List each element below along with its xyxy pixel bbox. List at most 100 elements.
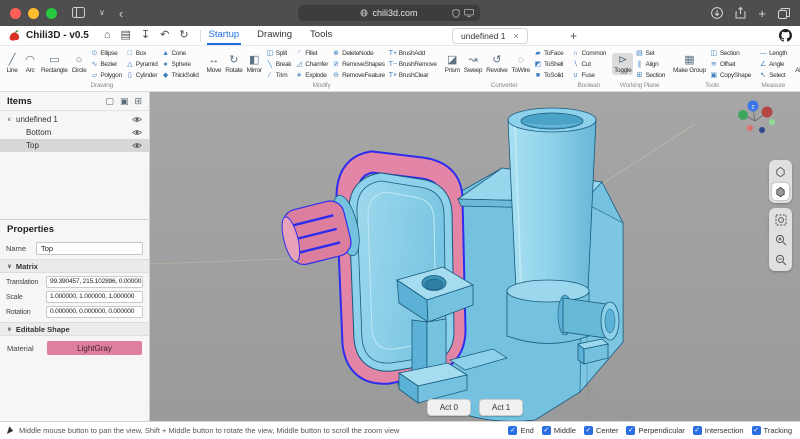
ribbon-button-length[interactable]: —Length bbox=[758, 48, 788, 58]
ribbon-button-trim[interactable]: ∕Trim bbox=[265, 70, 292, 80]
sidebar-toggle-icon[interactable] bbox=[72, 7, 85, 20]
ribbon-button-brushremove[interactable]: T−BrushRemove bbox=[388, 59, 438, 69]
ribbon-button-sphere[interactable]: ●Sphere bbox=[161, 59, 200, 69]
matrix-section-header[interactable]: ∨ Matrix bbox=[0, 259, 149, 273]
checkbox-checked-icon[interactable]: ✓ bbox=[626, 426, 635, 435]
share-icon[interactable] bbox=[735, 7, 746, 19]
scale-value[interactable]: 1.000000, 1.000000, 1.000000 bbox=[46, 291, 143, 303]
ribbon-button-removefeature[interactable]: ⊖RemoveFeature bbox=[331, 70, 386, 80]
pump-model[interactable] bbox=[277, 108, 623, 421]
ribbon-button-rotate[interactable]: ↻Rotate bbox=[223, 53, 244, 75]
ribbon-button-toshell[interactable]: ◩ToShell bbox=[533, 59, 565, 69]
display-icon[interactable] bbox=[464, 9, 474, 17]
material-button[interactable]: LightGray bbox=[47, 341, 142, 355]
undo-icon[interactable]: ↶ bbox=[160, 30, 169, 41]
ribbon-button-mirror[interactable]: ◧Mirror bbox=[245, 53, 264, 75]
capture-icon[interactable]: ▢ bbox=[105, 96, 114, 107]
shield-icon[interactable] bbox=[452, 9, 460, 18]
address-bar[interactable]: chili3d.com bbox=[298, 5, 480, 21]
download-icon[interactable]: ↧ bbox=[141, 30, 150, 41]
ribbon-button-align[interactable]: ∥Align bbox=[634, 59, 666, 69]
snap-toggle-perpendicular[interactable]: ✓Perpendicular bbox=[626, 426, 684, 435]
ribbon-button-cone[interactable]: ▲Cone bbox=[161, 48, 200, 58]
zoom-in-button[interactable] bbox=[772, 231, 789, 248]
ribbon-button-thicksolid[interactable]: ◆ThickSolid bbox=[161, 70, 200, 80]
ribbon-button-circle[interactable]: ○Circle bbox=[70, 53, 89, 75]
tab-overview-icon[interactable] bbox=[778, 8, 790, 19]
ribbon-button-revolve[interactable]: ↺Revolve bbox=[484, 53, 509, 75]
checkbox-checked-icon[interactable]: ✓ bbox=[584, 426, 593, 435]
rotation-value[interactable]: 0.000000, 0.000000, 0.000000 bbox=[46, 306, 143, 318]
new-document-button[interactable]: + bbox=[570, 29, 577, 43]
snap-toggle-center[interactable]: ✓Center bbox=[584, 426, 619, 435]
ribbon-button-line[interactable]: ╱Line bbox=[3, 53, 21, 75]
chevron-down-icon[interactable]: ∨ bbox=[99, 9, 105, 17]
ribbon-button-cut[interactable]: ∖Cut bbox=[571, 59, 608, 69]
minimize-window-button[interactable] bbox=[28, 8, 39, 19]
zoom-out-button[interactable] bbox=[772, 251, 789, 268]
ribbon-button-select[interactable]: ↖Select bbox=[758, 70, 788, 80]
ribbon-button-prism[interactable]: ◪Prism bbox=[443, 53, 462, 75]
ribbon-button-ellipse[interactable]: ⊙Ellipse bbox=[89, 48, 122, 58]
ribbon-button-brushadd[interactable]: T+BrushAdd bbox=[388, 48, 438, 58]
ribbon-button-rectangle[interactable]: ▭Rectangle bbox=[39, 53, 70, 75]
act-button-act-0[interactable]: Act 0 bbox=[427, 399, 471, 416]
ribbon-button-arc[interactable]: ◠Arc bbox=[21, 53, 39, 75]
ribbon-button-box[interactable]: □Box bbox=[125, 48, 159, 58]
ribbon-button-toface[interactable]: ▰ToFace bbox=[533, 48, 565, 58]
checkbox-checked-icon[interactable]: ✓ bbox=[752, 426, 761, 435]
checkbox-checked-icon[interactable]: ✓ bbox=[508, 426, 517, 435]
tab-startup[interactable]: Startup bbox=[207, 26, 242, 45]
document-icon[interactable]: ▤ bbox=[120, 30, 130, 41]
snap-toggle-tracking[interactable]: ✓Tracking bbox=[752, 426, 792, 435]
ribbon-button-section[interactable]: ◫Section bbox=[709, 48, 752, 58]
snap-toggle-middle[interactable]: ✓Middle bbox=[542, 426, 576, 435]
ribbon-button-explode[interactable]: ∗Explode bbox=[294, 70, 329, 80]
ribbon-button-set[interactable]: ▤Set bbox=[634, 48, 666, 58]
wireframe-mode-button[interactable] bbox=[772, 163, 789, 180]
ribbon-button-polygon[interactable]: ▱Polygon bbox=[89, 70, 122, 80]
ribbon-button-copyshape[interactable]: ▣CopyShape bbox=[709, 70, 752, 80]
act-button-act-1[interactable]: Act 1 bbox=[479, 399, 523, 416]
ribbon-button-removeshapes[interactable]: ⊘RemoveShapes bbox=[331, 59, 386, 69]
ribbon-button-tosolid[interactable]: ■ToSolid bbox=[533, 70, 565, 80]
ribbon-button-chamfer[interactable]: ◿Chamfer bbox=[294, 59, 329, 69]
navigation-gizmo[interactable]: z bbox=[738, 101, 775, 134]
zoom-window-button[interactable] bbox=[46, 8, 57, 19]
shaded-mode-button[interactable] bbox=[772, 183, 789, 200]
back-button[interactable]: ‹ bbox=[119, 7, 123, 20]
close-icon[interactable]: × bbox=[513, 31, 518, 41]
ribbon-button-offset[interactable]: ≋Offset bbox=[709, 59, 752, 69]
ribbon-button-fillet[interactable]: ◜Fillet bbox=[294, 48, 329, 58]
ribbon-button-split[interactable]: ◫Split bbox=[265, 48, 292, 58]
visibility-eye-icon[interactable] bbox=[132, 142, 142, 149]
ribbon-button-cylinder[interactable]: ▯Cylinder bbox=[125, 70, 159, 80]
ribbon-button-break[interactable]: ╲Break bbox=[265, 59, 292, 69]
ribbon-button-sectionwp[interactable]: ⊞Section bbox=[634, 70, 666, 80]
ribbon-button-makegroup[interactable]: ▦Make Group bbox=[671, 53, 708, 75]
ribbon-button-towire[interactable]: ◌ToWire bbox=[510, 53, 532, 75]
ribbon-button-common[interactable]: ∩Common bbox=[571, 48, 608, 58]
viewport-3d[interactable]: z bbox=[150, 92, 800, 421]
checkbox-checked-icon[interactable]: ✓ bbox=[693, 426, 702, 435]
snap-toggle-intersection[interactable]: ✓Intersection bbox=[693, 426, 744, 435]
ribbon-button-brushclear[interactable]: T×BrushClear bbox=[388, 70, 438, 80]
tree-item-top[interactable]: Top bbox=[0, 139, 149, 152]
tree-item-undefined-1[interactable]: ∨undefined 1 bbox=[0, 113, 149, 126]
redo-icon[interactable]: ↻ bbox=[179, 30, 188, 41]
checkbox-checked-icon[interactable]: ✓ bbox=[542, 426, 551, 435]
home-icon[interactable]: ⌂ bbox=[104, 30, 111, 41]
ribbon-button-pyramid[interactable]: △Pyramid bbox=[125, 59, 159, 69]
add-node-icon[interactable]: ⊞ bbox=[134, 96, 142, 107]
ribbon-button-aligncamera[interactable]: ◎AlignCamera bbox=[793, 53, 800, 75]
github-icon[interactable] bbox=[779, 29, 792, 47]
name-input[interactable] bbox=[36, 242, 143, 255]
ribbon-button-deletenode[interactable]: ⊗DeleteNode bbox=[331, 48, 386, 58]
visibility-eye-icon[interactable] bbox=[132, 129, 142, 136]
new-tab-icon[interactable]: + bbox=[758, 6, 766, 21]
downloads-icon[interactable] bbox=[711, 7, 723, 19]
tab-tools[interactable]: Tools bbox=[308, 26, 334, 45]
ribbon-button-fuse[interactable]: ∪Fuse bbox=[571, 70, 608, 80]
tree-caret-icon[interactable]: ∨ bbox=[7, 116, 16, 123]
ribbon-button-move[interactable]: ↔Move bbox=[205, 53, 224, 75]
